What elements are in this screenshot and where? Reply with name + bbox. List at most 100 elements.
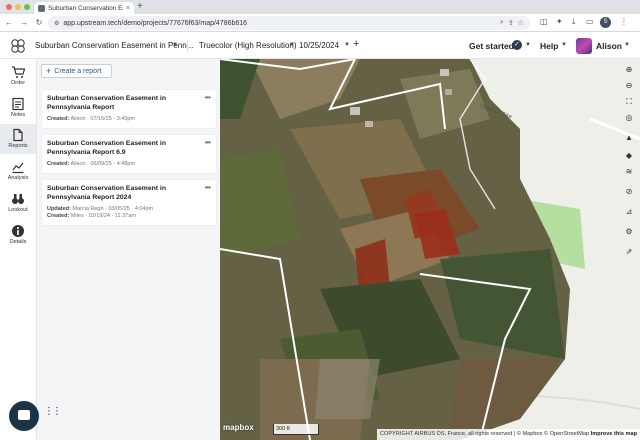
report-meta: Updated: Marcia Regn · 03/05/25 · 4:04pm… xyxy=(47,206,211,220)
report-title[interactable]: Suburban Conservation Easement in Pennsy… xyxy=(47,95,197,112)
meta-value: Alison · 06/09/25 · 4:48pm xyxy=(70,161,136,167)
meta-value: Alison · 07/15/25 · 3:40pm xyxy=(70,116,136,122)
bookmark-star-icon[interactable]: ☆ xyxy=(518,19,524,27)
address-bar[interactable]: ⚙ app.upstream.tech/demo/projects/77676f… xyxy=(48,16,530,30)
mapbox-logo[interactable]: mapbox xyxy=(223,423,254,432)
check-circle-icon: ✓ xyxy=(512,40,522,50)
add-layer-button[interactable]: + xyxy=(353,38,359,50)
user-menu[interactable]: Alison xyxy=(596,41,622,51)
map-view[interactable]: Skippack Pike ⊕ ⊖ ⛶ ◎ ▲ ◆ ≋ ⊘ ⊿ ⚙ ⇗ mapb… xyxy=(220,59,640,440)
rail-item-order[interactable]: Order xyxy=(0,61,36,91)
more-options-icon[interactable]: ••• xyxy=(205,183,211,192)
zoom-icon[interactable]: ⌕ xyxy=(500,19,504,27)
attribution-text: COPYRIGHT AIRBUS DS, France, all rights … xyxy=(379,431,590,437)
zoom-window-button[interactable] xyxy=(24,4,30,10)
share-icon[interactable]: ⇪ xyxy=(508,19,514,27)
meta-label: Created: xyxy=(47,116,70,122)
more-options-icon[interactable]: ••• xyxy=(205,138,211,147)
create-report-label: Create a report xyxy=(54,67,102,75)
help-menu[interactable]: Help xyxy=(540,41,558,51)
hide-icon[interactable]: ⊘ xyxy=(622,185,636,199)
layers-icon[interactable]: ◆ xyxy=(622,149,636,163)
sidebar-icon[interactable]: ▭ xyxy=(586,17,594,26)
downloads-icon[interactable]: ⤓ xyxy=(572,17,576,27)
report-card[interactable]: Suburban Conservation Easement in Pennsy… xyxy=(42,90,216,128)
fit-bounds-icon[interactable]: ⛶ xyxy=(622,95,636,109)
forward-icon[interactable]: → xyxy=(18,18,30,27)
get-started-button[interactable]: Get started xyxy=(469,41,514,51)
puzzle-icon[interactable]: ✦ xyxy=(556,17,563,26)
ruler-icon[interactable]: ⊿ xyxy=(622,205,636,219)
imagery-layer-selector[interactable]: Truecolor (High Resolution) xyxy=(199,41,297,50)
meta-label: Updated: xyxy=(47,206,71,212)
extensions-icon[interactable]: ◫ xyxy=(540,17,548,26)
terrain-icon[interactable]: ▲ xyxy=(622,131,636,145)
site-info-icon[interactable]: ⚙ xyxy=(54,20,59,27)
new-tab-button[interactable]: + xyxy=(137,1,143,12)
meta-label: Created: xyxy=(47,161,70,167)
chat-support-button[interactable] xyxy=(9,401,39,431)
browser-tab-bar: Suburban Conservation Easem × + xyxy=(0,0,640,14)
report-meta: Created: Alison · 07/15/25 · 3:40pm xyxy=(47,116,211,123)
app-header: Suburban Conservation Easement in Penn..… xyxy=(0,32,640,59)
create-report-button[interactable]: + Create a report xyxy=(41,64,112,78)
report-title[interactable]: Suburban Conservation Easement in Pennsy… xyxy=(47,140,197,157)
improve-map-link[interactable]: Improve this map xyxy=(591,431,637,437)
meta-value: Marcia Regn · 03/05/25 · 4:04pm xyxy=(72,206,154,212)
plus-icon: + xyxy=(46,65,52,76)
close-tab-icon[interactable]: × xyxy=(126,5,130,12)
map-attribution: COPYRIGHT AIRBUS DS, France, all rights … xyxy=(376,429,640,440)
browser-menu-icon[interactable]: ⋮ xyxy=(620,17,628,26)
cart-icon xyxy=(12,66,25,78)
notes-icon xyxy=(12,97,24,111)
rail-item-lookout[interactable]: Lookout xyxy=(0,188,36,218)
chevron-down-icon[interactable]: ▼ xyxy=(525,42,531,48)
location-icon[interactable]: ◎ xyxy=(622,111,636,125)
rail-item-notes[interactable]: Notes xyxy=(0,93,36,123)
report-meta: Created: Alison · 06/09/25 · 4:48pm xyxy=(47,161,211,168)
upstream-logo-icon[interactable] xyxy=(10,39,26,53)
zoom-out-icon[interactable]: ⊖ xyxy=(622,79,636,93)
rail-item-details[interactable]: Details xyxy=(0,220,36,250)
open-external-icon[interactable]: ⇗ xyxy=(622,245,636,259)
rail-label: Order xyxy=(10,80,26,86)
chevron-down-icon[interactable]: ▼ xyxy=(624,42,630,48)
rail-label: Lookout xyxy=(8,207,28,213)
reports-panel: + Create a report Suburban Conservation … xyxy=(37,59,220,440)
rail-item-analysis[interactable]: Analysis xyxy=(0,156,36,186)
report-card[interactable]: Suburban Conservation Easement in Pennsy… xyxy=(42,180,216,225)
rail-item-reports[interactable]: Reports xyxy=(0,124,36,154)
report-icon xyxy=(13,128,23,142)
more-options-icon[interactable]: ••• xyxy=(205,93,211,102)
layer-stack-icon[interactable]: ≋ xyxy=(622,165,636,179)
map-toolbar: ⊕ ⊖ ⛶ ◎ ▲ ◆ ≋ ⊘ ⊿ ⚙ ⇗ xyxy=(618,59,640,289)
chevron-down-icon[interactable]: ▼ xyxy=(172,42,178,48)
panel-resize-handle-icon[interactable]: ⋮⋮ xyxy=(44,407,62,417)
settings-gear-icon[interactable]: ⚙ xyxy=(622,225,636,239)
profile-avatar[interactable]: S xyxy=(600,17,611,28)
project-selector[interactable]: Suburban Conservation Easement in Penn..… xyxy=(35,41,193,50)
rail-label: Notes xyxy=(10,112,26,118)
user-avatar[interactable] xyxy=(576,38,592,54)
reload-icon[interactable]: ↻ xyxy=(33,18,45,27)
report-card[interactable]: Suburban Conservation Easement in Pennsy… xyxy=(42,135,216,173)
tab-title: Suburban Conservation Easem xyxy=(48,4,123,12)
meta-label: Created: xyxy=(47,213,70,219)
zoom-in-icon[interactable]: ⊕ xyxy=(622,63,636,77)
chevron-down-icon[interactable]: ▼ xyxy=(289,42,295,48)
browser-tab[interactable]: Suburban Conservation Easem × xyxy=(34,2,134,14)
close-window-button[interactable] xyxy=(6,4,12,10)
chevron-down-icon[interactable]: ▼ xyxy=(561,42,567,48)
minimize-window-button[interactable] xyxy=(15,4,21,10)
rail-label: Analysis xyxy=(7,175,29,181)
address-url[interactable]: app.upstream.tech/demo/projects/77676f63… xyxy=(63,20,496,27)
rail-label: Details xyxy=(9,239,27,245)
browser-toolbar: ← → ↻ ⚙ app.upstream.tech/demo/projects/… xyxy=(0,14,640,32)
back-icon[interactable]: ← xyxy=(3,18,15,27)
window-controls xyxy=(6,4,30,10)
favicon-icon xyxy=(38,4,45,12)
chevron-down-icon[interactable]: ▼ xyxy=(344,42,350,48)
imagery-date-selector[interactable]: 10/25/2024 xyxy=(299,41,339,50)
binoculars-icon xyxy=(12,194,24,204)
report-title[interactable]: Suburban Conservation Easement in Pennsy… xyxy=(47,185,197,202)
